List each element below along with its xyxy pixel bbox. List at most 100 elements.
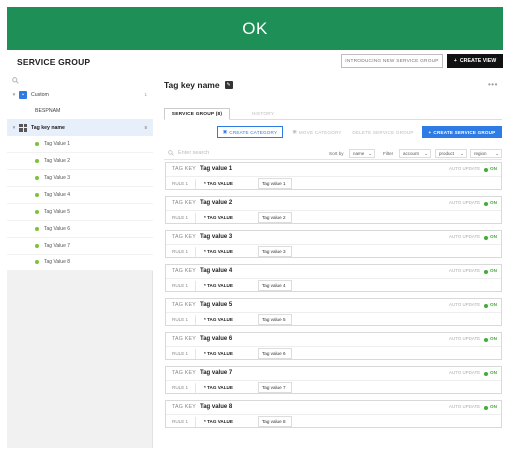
service-group-card[interactable]: TAG KEY Tag value 4 AUTO UPDATE ON RULE 1… [165,264,502,292]
tab-history[interactable]: HISTORY [230,108,296,120]
tag-key-value: Tag value 6 [199,336,233,342]
tag-key-value: Tag value 7 [199,370,233,376]
tab-bar: SERVICE GROUP (8) HISTORY [164,108,502,120]
sidebar-item-tag-value[interactable]: Tag Value 4 [7,187,153,204]
create-service-group-label: CREATE SERVICE GROUP [433,129,496,135]
filter-account-select[interactable]: account ⌄ [399,149,431,158]
folder-plus-icon: ▣ [222,129,228,134]
status-dot-icon [35,227,39,231]
service-group-card[interactable]: TAG KEY Tag value 8 AUTO UPDATE ON RULE 1… [165,400,502,428]
rule-label: RULE 1 [172,181,189,186]
rule-label: RULE 1 [172,317,189,322]
filter-account-value: account [403,151,419,156]
auto-update-toggle[interactable]: ON [490,370,497,375]
auto-update-toggle[interactable]: ON [490,166,497,171]
auto-update-toggle[interactable]: ON [490,404,497,409]
introducing-new-service-group-button[interactable]: INTRODUCING NEW SERVICE GROUP [341,54,443,68]
sidebar-item-label: Tag Value 2 [44,158,71,164]
sidebar-item-custom[interactable]: ▼ ▪ Custom 1 [7,86,153,103]
auto-update-toggle[interactable]: ON [490,200,497,205]
sidebar-item-tag-value[interactable]: Tag Value 2 [7,153,153,170]
sidebar-item-tag-key[interactable]: ▼ Tag key name 8 [7,119,153,136]
page-title: SERVICE GROUP [17,57,91,67]
divider [195,315,196,325]
tag-key-value: Tag value 5 [199,302,233,308]
plus-icon: + [453,58,457,64]
auto-update-label: AUTO UPDATE [449,200,481,205]
sidebar-item-tag-value[interactable]: Tag Value 5 [7,204,153,221]
sidebar-item-label: Tag key name [31,124,65,131]
tag-value-field[interactable]: Tag value 1 [258,178,292,189]
sidebar-item-bespnam[interactable]: BESPNAM [7,102,153,119]
status-dot-icon [484,405,488,410]
action-bar: ▣ CREATE CATEGORY ▣ MOVE CATEGORY DELETE… [164,126,502,138]
tag-value-label: * TAG VALUE [204,385,233,390]
tag-key-value: Tag value 1 [199,166,233,172]
create-category-label: CREATE CATEGORY [229,129,278,135]
delete-service-group-button[interactable]: DELETE SERVICE GROUP [350,126,416,138]
auto-update-toggle[interactable]: ON [490,268,497,273]
sort-select[interactable]: name ⌄ [349,149,375,158]
service-group-card[interactable]: TAG KEY Tag value 1 AUTO UPDATE ON RULE 1… [165,162,502,190]
filter-region-select[interactable]: region ⌄ [470,149,502,158]
more-options-icon[interactable]: ••• [488,80,498,89]
chevron-down-icon[interactable]: ▼ [9,125,19,130]
tag-value-field[interactable]: Tag value 7 [258,382,292,393]
edit-icon[interactable]: ✎ [224,81,233,89]
filter-label: Filter [383,151,394,156]
tag-value-field[interactable]: Tag value 3 [258,246,292,257]
sidebar-item-tag-value[interactable]: Tag Value 7 [7,238,153,255]
tag-value-field[interactable]: Tag value 8 [258,416,292,427]
tag-value-field[interactable]: Tag value 2 [258,212,292,223]
create-view-label: CREATE VIEW [459,58,497,64]
service-group-card[interactable]: TAG KEY Tag value 2 AUTO UPDATE ON RULE 1… [165,196,502,224]
status-dot-icon [484,337,488,342]
filter-product-value: product [439,151,455,156]
auto-update-toggle[interactable]: ON [490,302,497,307]
filter-product-select[interactable]: product ⌄ [435,149,467,158]
auto-update-label: AUTO UPDATE [449,234,481,239]
rule-label: RULE 1 [172,249,189,254]
status-dot-icon [35,159,39,163]
rule-label: RULE 1 [172,351,189,356]
tag-value-label: * TAG VALUE [204,215,233,220]
sidebar-item-tag-value[interactable]: Tag Value 1 [7,136,153,153]
status-dot-icon [35,260,39,264]
sidebar-item-label: Tag Value 3 [44,175,71,181]
create-view-button[interactable]: + CREATE VIEW [447,54,503,68]
tag-key-value: Tag value 8 [199,404,233,410]
sidebar-item-label: BESPNAM [35,107,61,114]
search-icon[interactable] [12,77,19,86]
move-category-button[interactable]: ▣ MOVE CATEGORY [286,126,348,138]
status-dot-icon [484,235,488,240]
sidebar-item-label: Custom [31,91,49,98]
tag-key-value: Tag value 4 [199,268,233,274]
auto-update-toggle[interactable]: ON [490,234,497,239]
tag-value-field[interactable]: Tag value 4 [258,280,292,291]
chevron-down-icon[interactable]: ▼ [9,92,19,97]
service-group-card[interactable]: TAG KEY Tag value 6 AUTO UPDATE ON RULE 1… [165,332,502,360]
tag-key-label: TAG KEY [172,370,196,376]
sidebar-item-label: Tag Value 5 [44,209,71,215]
create-category-button[interactable]: ▣ CREATE CATEGORY [217,126,283,138]
divider [195,349,196,359]
sidebar-item-label: Tag Value 8 [44,259,71,265]
create-service-group-button[interactable]: + CREATE SERVICE GROUP [422,126,502,138]
auto-update-toggle[interactable]: ON [490,336,497,341]
service-group-card[interactable]: TAG KEY Tag value 7 AUTO UPDATE ON RULE 1… [165,366,502,394]
tag-value-field[interactable]: Tag value 6 [258,348,292,359]
tab-service-group[interactable]: SERVICE GROUP (8) [164,108,230,120]
content-title-text: Tag key name [164,80,220,90]
search-input[interactable]: Enter search [168,150,209,156]
tag-value-field[interactable]: Tag value 5 [258,314,292,325]
auto-update-label: AUTO UPDATE [449,336,481,341]
status-dot-icon [484,269,488,274]
sidebar-item-tag-value[interactable]: Tag Value 6 [7,221,153,238]
service-group-card[interactable]: TAG KEY Tag value 5 AUTO UPDATE ON RULE 1… [165,298,502,326]
sidebar-item-tag-value[interactable]: Tag Value 3 [7,170,153,187]
status-dot-icon [35,244,39,248]
plus-icon: + [428,129,432,135]
service-group-card[interactable]: TAG KEY Tag value 3 AUTO UPDATE ON RULE 1… [165,230,502,258]
sidebar-item-tag-value[interactable]: Tag Value 8 [7,254,153,271]
tag-key-label: TAG KEY [172,302,196,308]
